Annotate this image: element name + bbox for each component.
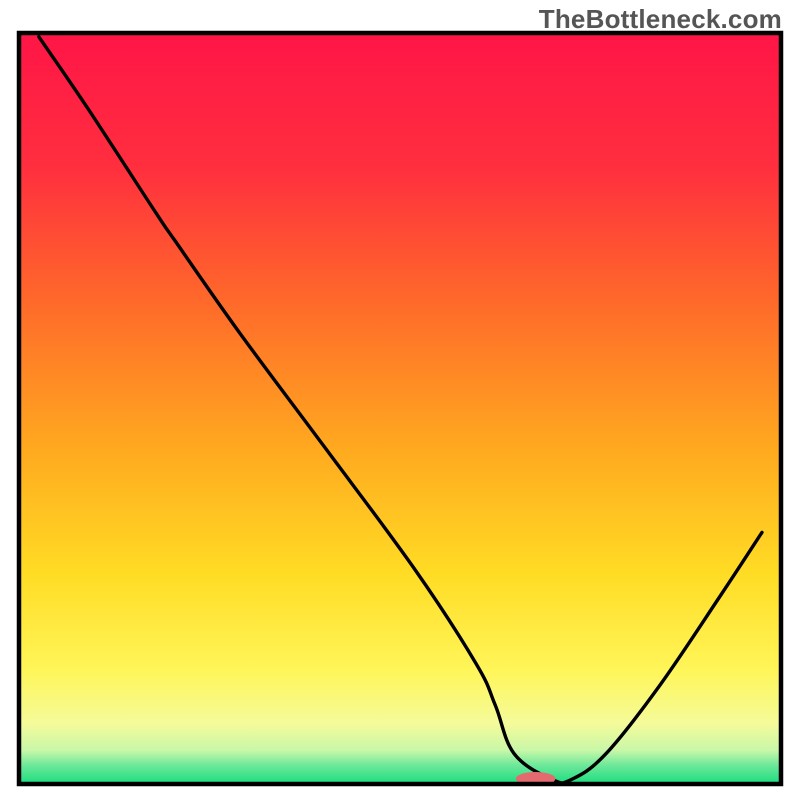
chart-frame: TheBottleneck.com: [0, 0, 800, 800]
watermark-text: TheBottleneck.com: [539, 4, 782, 35]
bottleneck-plot: [0, 0, 800, 800]
gradient-background: [19, 33, 781, 784]
